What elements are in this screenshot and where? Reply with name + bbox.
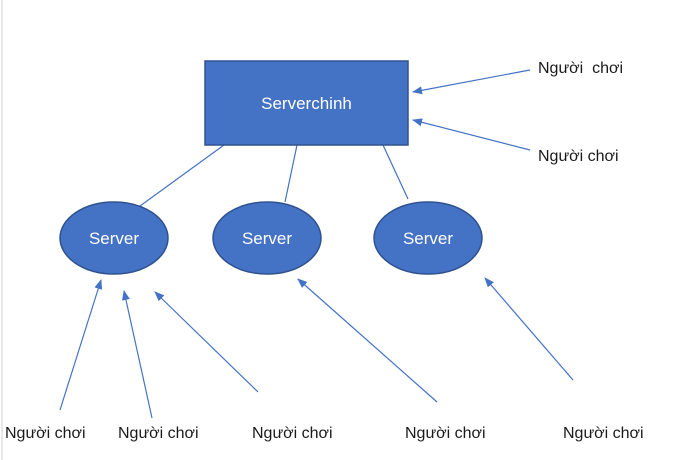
- server-1-label: Server: [88, 229, 140, 248]
- arrow-player-bottom-2: [122, 290, 153, 419]
- arrow-player-bottom-4: [297, 278, 438, 403]
- arrow-player-bottom-3: [154, 291, 259, 393]
- main-server-label: Serverchinh: [261, 94, 352, 113]
- server-3-label: Server: [402, 229, 454, 248]
- player-bottom-4-label: Người chơi: [405, 425, 486, 442]
- connector-main-to-server-1: [139, 144, 225, 207]
- player-bottom-5-label: Người chơi: [563, 425, 644, 442]
- player-bottom-1-label: Người chơi: [5, 425, 86, 442]
- connector-main-to-server-2: [284, 144, 298, 203]
- arrow-player-bottom-5: [484, 277, 574, 381]
- server-2-label: Server: [241, 229, 293, 248]
- arrow-player-bottom-1: [59, 279, 103, 411]
- player-bottom-3-label: Người chơi: [252, 425, 333, 442]
- arrow-player-right-1: [412, 69, 531, 95]
- player-right-1-label: Người chơi: [538, 60, 624, 77]
- arrow-player-right-2: [412, 118, 531, 151]
- player-right-2-label: Người chơi: [538, 148, 619, 165]
- connector-main-to-server-3: [382, 144, 409, 200]
- player-bottom-2-label: Người chơi: [118, 425, 199, 442]
